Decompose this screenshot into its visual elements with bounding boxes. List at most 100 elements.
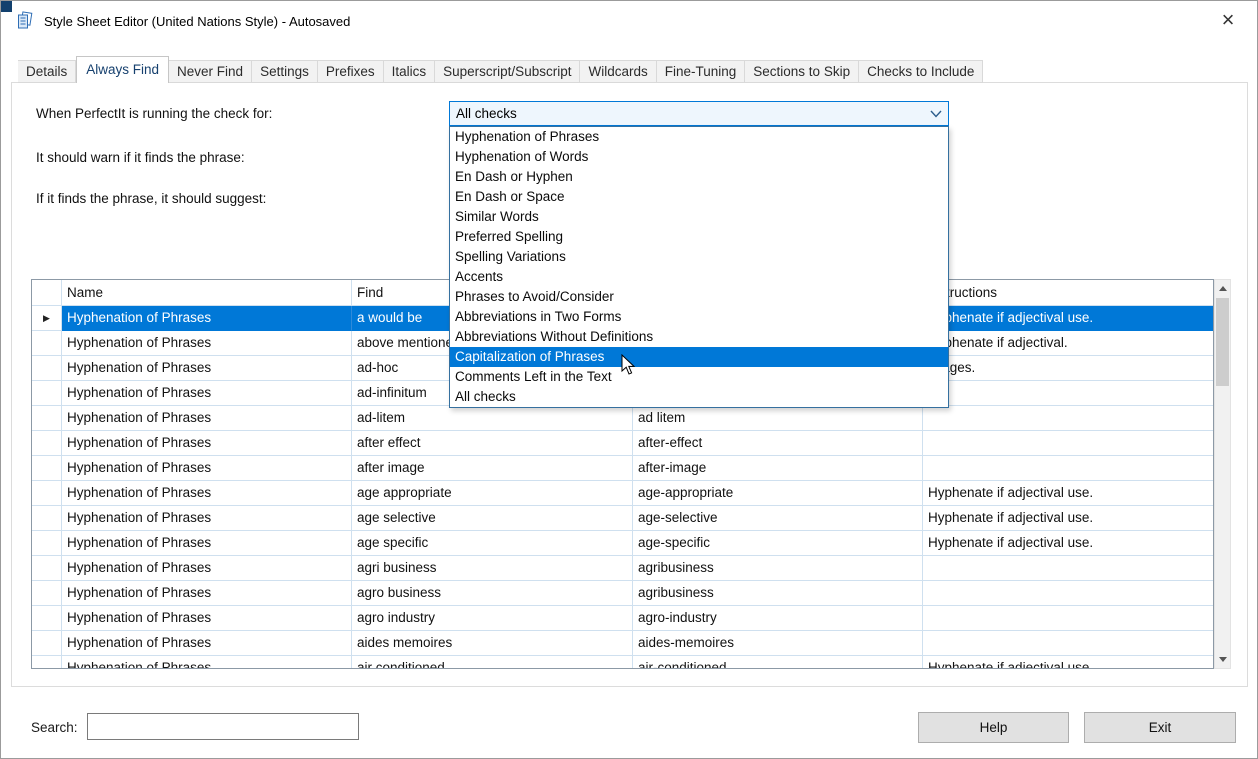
cell-instructions[interactable] [923, 556, 1213, 581]
cell-find[interactable]: age appropriate [352, 481, 633, 506]
table-row[interactable]: Hyphenation of Phrases after effect afte… [32, 431, 1213, 456]
cell-find[interactable]: after effect [352, 431, 633, 456]
scroll-up-button[interactable] [1215, 280, 1230, 297]
row-selector-cell[interactable] [32, 481, 62, 506]
dropdown-item[interactable]: Abbreviations in Two Forms [450, 307, 948, 327]
cell-instructions[interactable]: usages. [923, 356, 1213, 381]
exit-button[interactable]: Exit [1084, 712, 1236, 743]
vertical-scrollbar[interactable] [1214, 279, 1231, 669]
cell-suggest[interactable]: agro-industry [633, 606, 923, 631]
row-selector-cell[interactable] [32, 581, 62, 606]
row-selector-cell[interactable] [32, 456, 62, 481]
row-selector-cell[interactable] [32, 331, 62, 356]
cell-instructions[interactable] [923, 381, 1213, 406]
tab[interactable]: Checks to Include [859, 60, 983, 83]
cell-suggest[interactable]: agribusiness [633, 556, 923, 581]
cell-suggest[interactable]: agribusiness [633, 581, 923, 606]
row-selector-cell[interactable] [32, 631, 62, 656]
cell-find[interactable]: agro business [352, 581, 633, 606]
cell-name[interactable]: Hyphenation of Phrases [62, 531, 352, 556]
cell-instructions[interactable]: Hyphenate if adjectival use. [923, 506, 1213, 531]
cell-find[interactable]: air conditioned [352, 656, 633, 669]
table-row[interactable]: Hyphenation of Phrases aides memoires ai… [32, 631, 1213, 656]
cell-suggest[interactable]: age-appropriate [633, 481, 923, 506]
dropdown-item[interactable]: Accents [450, 267, 948, 287]
cell-suggest[interactable]: age-selective [633, 506, 923, 531]
cell-suggest[interactable]: age-specific [633, 531, 923, 556]
cell-find[interactable]: aides memoires [352, 631, 633, 656]
header-name[interactable]: Name [62, 280, 352, 306]
dropdown-item[interactable]: Capitalization of Phrases [450, 347, 948, 367]
row-selector-cell[interactable] [32, 606, 62, 631]
cell-find[interactable]: age specific [352, 531, 633, 556]
row-selector-cell[interactable] [32, 656, 62, 669]
cell-instructions[interactable] [923, 456, 1213, 481]
dropdown-item[interactable]: Similar Words [450, 207, 948, 227]
cell-name[interactable]: Hyphenation of Phrases [62, 556, 352, 581]
close-button[interactable]: × [1211, 6, 1245, 36]
chevron-down-icon[interactable] [924, 110, 948, 118]
cell-find[interactable]: ad-litem [352, 406, 633, 431]
cell-find[interactable]: age selective [352, 506, 633, 531]
row-selector-cell[interactable] [32, 556, 62, 581]
dropdown-item[interactable]: En Dash or Space [450, 187, 948, 207]
table-row[interactable]: Hyphenation of Phrases age appropriate a… [32, 481, 1213, 506]
cell-name[interactable]: Hyphenation of Phrases [62, 356, 352, 381]
row-selector-cell[interactable]: ▶ [32, 306, 62, 331]
cell-instructions[interactable]: Hyphenate if adjectival use. [923, 306, 1213, 331]
table-row[interactable]: Hyphenation of Phrases age specific age-… [32, 531, 1213, 556]
cell-instructions[interactable]: Hyphenate if adjectival use. [923, 531, 1213, 556]
dropdown-item[interactable]: Hyphenation of Phrases [450, 127, 948, 147]
cell-name[interactable]: Hyphenation of Phrases [62, 456, 352, 481]
cell-find[interactable]: agro industry [352, 606, 633, 631]
cell-instructions[interactable]: Hyphenate if adjectival. [923, 331, 1213, 356]
row-selector-cell[interactable] [32, 506, 62, 531]
cell-name[interactable]: Hyphenation of Phrases [62, 406, 352, 431]
tab[interactable]: Details [18, 60, 76, 83]
search-input[interactable] [87, 713, 359, 740]
cell-instructions[interactable]: Hyphenate if adjectival use. [923, 481, 1213, 506]
cell-instructions[interactable]: Hyphenate if adjectival use. [923, 656, 1213, 669]
tab[interactable]: Settings [252, 60, 318, 83]
tab[interactable]: Fine-Tuning [657, 60, 746, 83]
tab[interactable]: Always Find [76, 56, 169, 83]
table-row[interactable]: Hyphenation of Phrases agro industry agr… [32, 606, 1213, 631]
table-row[interactable]: Hyphenation of Phrases air conditioned a… [32, 656, 1213, 669]
table-row[interactable]: Hyphenation of Phrases ad-litem ad litem [32, 406, 1213, 431]
cell-instructions[interactable] [923, 581, 1213, 606]
tab[interactable]: Italics [384, 60, 436, 83]
row-selector-cell[interactable] [32, 431, 62, 456]
dropdown-item[interactable]: Hyphenation of Words [450, 147, 948, 167]
cell-name[interactable]: Hyphenation of Phrases [62, 306, 352, 331]
header-instructions[interactable]: Instructions [923, 280, 1213, 306]
tab[interactable]: Never Find [169, 60, 252, 83]
dropdown-item[interactable]: Phrases to Avoid/Consider [450, 287, 948, 307]
check-combobox[interactable]: All checks [449, 101, 949, 126]
tab[interactable]: Sections to Skip [745, 60, 859, 83]
cell-instructions[interactable] [923, 406, 1213, 431]
cell-name[interactable]: Hyphenation of Phrases [62, 581, 352, 606]
table-row[interactable]: Hyphenation of Phrases agro business agr… [32, 581, 1213, 606]
row-selector-cell[interactable] [32, 356, 62, 381]
tab[interactable]: Superscript/Subscript [435, 60, 580, 83]
cell-name[interactable]: Hyphenation of Phrases [62, 631, 352, 656]
cell-instructions[interactable] [923, 631, 1213, 656]
cell-name[interactable]: Hyphenation of Phrases [62, 431, 352, 456]
cell-suggest[interactable]: aides-memoires [633, 631, 923, 656]
cell-name[interactable]: Hyphenation of Phrases [62, 606, 352, 631]
dropdown-item[interactable]: Spelling Variations [450, 247, 948, 267]
cell-name[interactable]: Hyphenation of Phrases [62, 381, 352, 406]
cell-name[interactable]: Hyphenation of Phrases [62, 656, 352, 669]
row-selector-cell[interactable] [32, 406, 62, 431]
cell-suggest[interactable]: ad litem [633, 406, 923, 431]
table-row[interactable]: Hyphenation of Phrases age selective age… [32, 506, 1213, 531]
cell-name[interactable]: Hyphenation of Phrases [62, 331, 352, 356]
tab[interactable]: Prefixes [318, 60, 384, 83]
cell-name[interactable]: Hyphenation of Phrases [62, 506, 352, 531]
tab[interactable]: Wildcards [580, 60, 656, 83]
help-button[interactable]: Help [918, 712, 1069, 743]
cell-name[interactable]: Hyphenation of Phrases [62, 481, 352, 506]
dropdown-item[interactable]: En Dash or Hyphen [450, 167, 948, 187]
dropdown-item[interactable]: Preferred Spelling [450, 227, 948, 247]
table-row[interactable]: Hyphenation of Phrases after image after… [32, 456, 1213, 481]
